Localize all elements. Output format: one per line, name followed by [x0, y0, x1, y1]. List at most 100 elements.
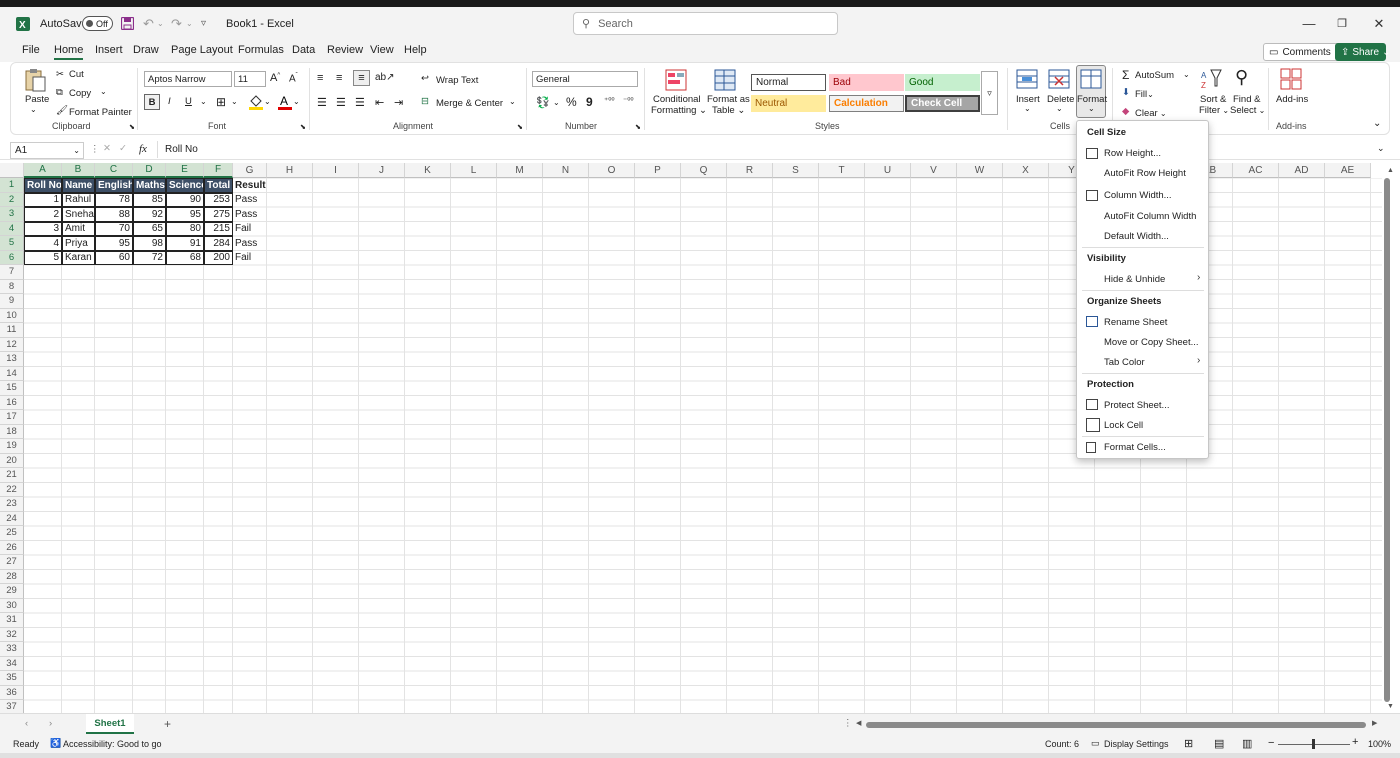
fill-button[interactable]: Fill⌄	[1135, 89, 1154, 100]
menu-column-width[interactable]: Column Width...	[1104, 190, 1172, 201]
tab-view[interactable]: View	[370, 44, 394, 56]
autosum-icon[interactable]: Σ	[1122, 68, 1129, 82]
header-cell[interactable]: Result	[233, 178, 267, 193]
number-format-dropdown[interactable]: General	[532, 71, 638, 87]
column-header[interactable]: H	[267, 163, 313, 178]
table-cell[interactable]: Pass	[233, 193, 267, 208]
row-header[interactable]: 27	[0, 555, 24, 570]
style-calculation[interactable]: Calculation	[829, 95, 904, 112]
addins-icon[interactable]	[1280, 68, 1302, 93]
menu-row-height[interactable]: Row Height...	[1104, 148, 1161, 159]
column-header[interactable]: W	[957, 163, 1003, 178]
increase-indent-icon[interactable]: ⇥	[394, 96, 403, 109]
column-header[interactable]: X	[1003, 163, 1049, 178]
search-box[interactable]: ⚲ Search	[573, 12, 838, 35]
zoom-slider-thumb[interactable]	[1312, 739, 1315, 749]
clear-icon[interactable]: ◆	[1122, 106, 1129, 117]
header-cell[interactable]: English	[95, 178, 133, 193]
column-header[interactable]: J	[359, 163, 405, 178]
row-header[interactable]: 5	[0, 236, 24, 251]
row-header[interactable]: 13	[0, 352, 24, 367]
zoom-level[interactable]: 100%	[1368, 739, 1391, 749]
table-cell[interactable]: 215	[204, 221, 233, 236]
column-header[interactable]: C	[95, 163, 133, 178]
column-header[interactable]: P	[635, 163, 681, 178]
menu-hide-unhide[interactable]: Hide & Unhide	[1104, 274, 1165, 285]
row-header[interactable]: 22	[0, 482, 24, 497]
column-header[interactable]: B	[62, 163, 95, 178]
prev-sheet-icon[interactable]: ‹	[25, 718, 28, 729]
bold-button[interactable]: B	[144, 94, 160, 110]
column-header[interactable]: S	[773, 163, 819, 178]
menu-protect-sheet[interactable]: Protect Sheet...	[1104, 400, 1169, 411]
comma-style-button[interactable]: 9	[586, 95, 593, 109]
row-header[interactable]: 37	[0, 700, 24, 713]
merge-dropdown-icon[interactable]: ⌄	[509, 97, 516, 106]
alignment-launcher-icon[interactable]: ⬊	[517, 123, 523, 131]
sort-filter-icon[interactable]: AZ	[1201, 68, 1223, 93]
autosave-toggle[interactable]: Off	[82, 16, 113, 31]
undo-dropdown-icon[interactable]: ⌄	[157, 7, 164, 40]
increase-decimal-icon[interactable]: ⁺⁰⁰	[604, 96, 615, 105]
horizontal-scroll-thumb[interactable]	[866, 722, 1366, 728]
format-as-table-label-2[interactable]: Table ⌄	[712, 105, 745, 116]
table-cell[interactable]: 85	[133, 192, 166, 207]
copy-button[interactable]: Copy	[69, 88, 91, 99]
undo-icon[interactable]: ↶	[143, 7, 154, 40]
table-cell[interactable]: 2	[24, 207, 62, 222]
font-name-dropdown[interactable]: Aptos Narrow	[144, 71, 232, 87]
table-cell[interactable]: Fail	[233, 251, 267, 266]
clipboard-launcher-icon[interactable]: ⬊	[129, 123, 135, 131]
insert-cells-icon[interactable]	[1016, 69, 1038, 92]
table-cell[interactable]: 3	[24, 221, 62, 236]
format-as-table-icon[interactable]	[714, 69, 736, 94]
format-as-table-label[interactable]: Format as	[707, 94, 750, 105]
autosum-dropdown-icon[interactable]: ⌄	[1183, 70, 1190, 79]
row-header[interactable]: 14	[0, 366, 24, 381]
sort-filter-label-2[interactable]: Filter ⌄	[1199, 105, 1229, 116]
decrease-indent-icon[interactable]: ⇤	[375, 96, 384, 109]
row-header[interactable]: 23	[0, 497, 24, 512]
row-header[interactable]: 34	[0, 656, 24, 671]
autosum-button[interactable]: AutoSum	[1135, 70, 1174, 81]
borders-icon[interactable]: ⊞	[216, 95, 226, 109]
find-select-label-2[interactable]: Select ⌄	[1230, 105, 1265, 116]
underline-button[interactable]: U	[185, 96, 192, 107]
format-painter-icon[interactable]: 🖌	[56, 105, 68, 116]
sort-filter-label[interactable]: Sort &	[1200, 94, 1226, 105]
menu-default-width[interactable]: Default Width...	[1104, 231, 1169, 242]
column-header[interactable]: O	[589, 163, 635, 178]
conditional-formatting-icon[interactable]	[665, 69, 687, 94]
column-header[interactable]: U	[865, 163, 911, 178]
paste-icon[interactable]	[24, 68, 46, 95]
percent-style-button[interactable]: %	[566, 95, 577, 109]
accessibility-status[interactable]: Accessibility: Good to go	[63, 739, 162, 749]
menu-format-cells[interactable]: Format Cells...	[1104, 442, 1166, 453]
column-header[interactable]: R	[727, 163, 773, 178]
fill-icon[interactable]: ⬇	[1122, 87, 1130, 98]
tab-data[interactable]: Data	[292, 44, 315, 56]
table-cell[interactable]: 90	[166, 192, 204, 207]
column-header[interactable]: N	[543, 163, 589, 178]
number-launcher-icon[interactable]: ⬊	[635, 123, 641, 131]
row-header[interactable]: 11	[0, 323, 24, 338]
zoom-out-icon[interactable]: −	[1268, 737, 1274, 749]
copy-dropdown-icon[interactable]: ⌄	[100, 87, 107, 96]
display-settings-icon[interactable]: ▭	[1091, 738, 1100, 749]
table-cell[interactable]: 200	[204, 250, 233, 265]
row-header[interactable]: 8	[0, 279, 24, 294]
conditional-formatting-label[interactable]: Conditional	[653, 94, 701, 105]
format-painter-button[interactable]: Format Painter	[69, 107, 132, 118]
row-header[interactable]: 21	[0, 468, 24, 483]
confirm-formula-icon[interactable]: ✓	[119, 143, 127, 154]
menu-move-copy-sheet[interactable]: Move or Copy Sheet...	[1104, 337, 1199, 348]
row-header[interactable]: 29	[0, 584, 24, 599]
style-good[interactable]: Good	[905, 74, 980, 91]
table-cell[interactable]: 95	[95, 236, 133, 251]
row-header[interactable]: 9	[0, 294, 24, 309]
column-header[interactable]: L	[451, 163, 497, 178]
header-cell[interactable]: Roll No	[24, 178, 62, 193]
font-launcher-icon[interactable]: ⬊	[300, 123, 306, 131]
menu-lock-cell[interactable]: Lock Cell	[1104, 420, 1143, 431]
align-top-icon[interactable]: ≡	[317, 72, 323, 84]
